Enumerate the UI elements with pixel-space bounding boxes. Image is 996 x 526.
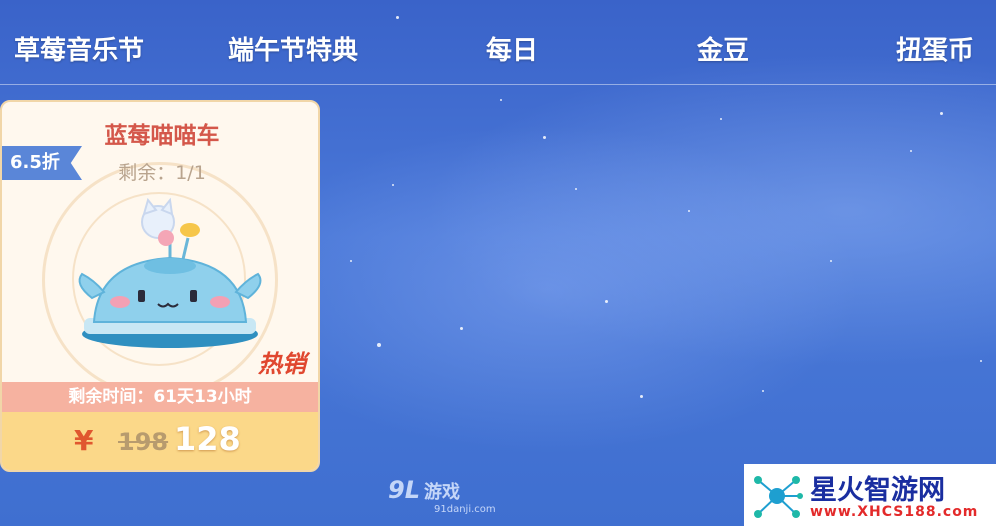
watermark-url: 91danji.com [434, 504, 496, 515]
original-price: 198 [118, 428, 169, 456]
brand-title: 星火智游网 [810, 475, 945, 506]
tab-gacha-coins[interactable]: 扭蛋币 [896, 30, 974, 67]
price-bar[interactable]: ¥ 198 128 [2, 412, 318, 470]
brand-url: www.XHCS188.com [810, 504, 979, 520]
category-tab-bar: 草莓音乐节 端午节特典 每日 金豆 扭蛋币 [0, 0, 996, 85]
shop-item-card[interactable]: 蓝莓喵喵车 剩余：1/1 6.5折 热销 剩余时间：61天13小时 ¥ 198 … [0, 100, 320, 472]
network-logo-icon [754, 476, 803, 518]
discount-badge: 6.5折 [2, 146, 82, 180]
hot-sale-label: 热销 [258, 350, 306, 378]
watermark-games-text: 游戏 [424, 482, 460, 503]
tab-daily[interactable]: 每日 [486, 30, 538, 67]
time-remaining: 剩余时间：61天13小时 [2, 382, 318, 412]
tab-gold-beans[interactable]: 金豆 [697, 30, 749, 67]
tab-strawberry-music-festival[interactable]: 草莓音乐节 [14, 30, 144, 67]
sale-price: 128 [174, 420, 241, 458]
91danji-watermark: 9L 游戏 91danji.com [388, 476, 496, 515]
91-logo: 9L [388, 476, 420, 504]
blueberry-meow-car-image [78, 197, 262, 348]
xhcs-brand-watermark: 星火智游网 www.XHCS188.com [744, 464, 996, 526]
tab-dragon-boat-special[interactable]: 端午节特典 [228, 30, 358, 67]
currency-symbol: ¥ [74, 424, 94, 457]
item-name: 蓝莓喵喵车 [104, 123, 220, 149]
